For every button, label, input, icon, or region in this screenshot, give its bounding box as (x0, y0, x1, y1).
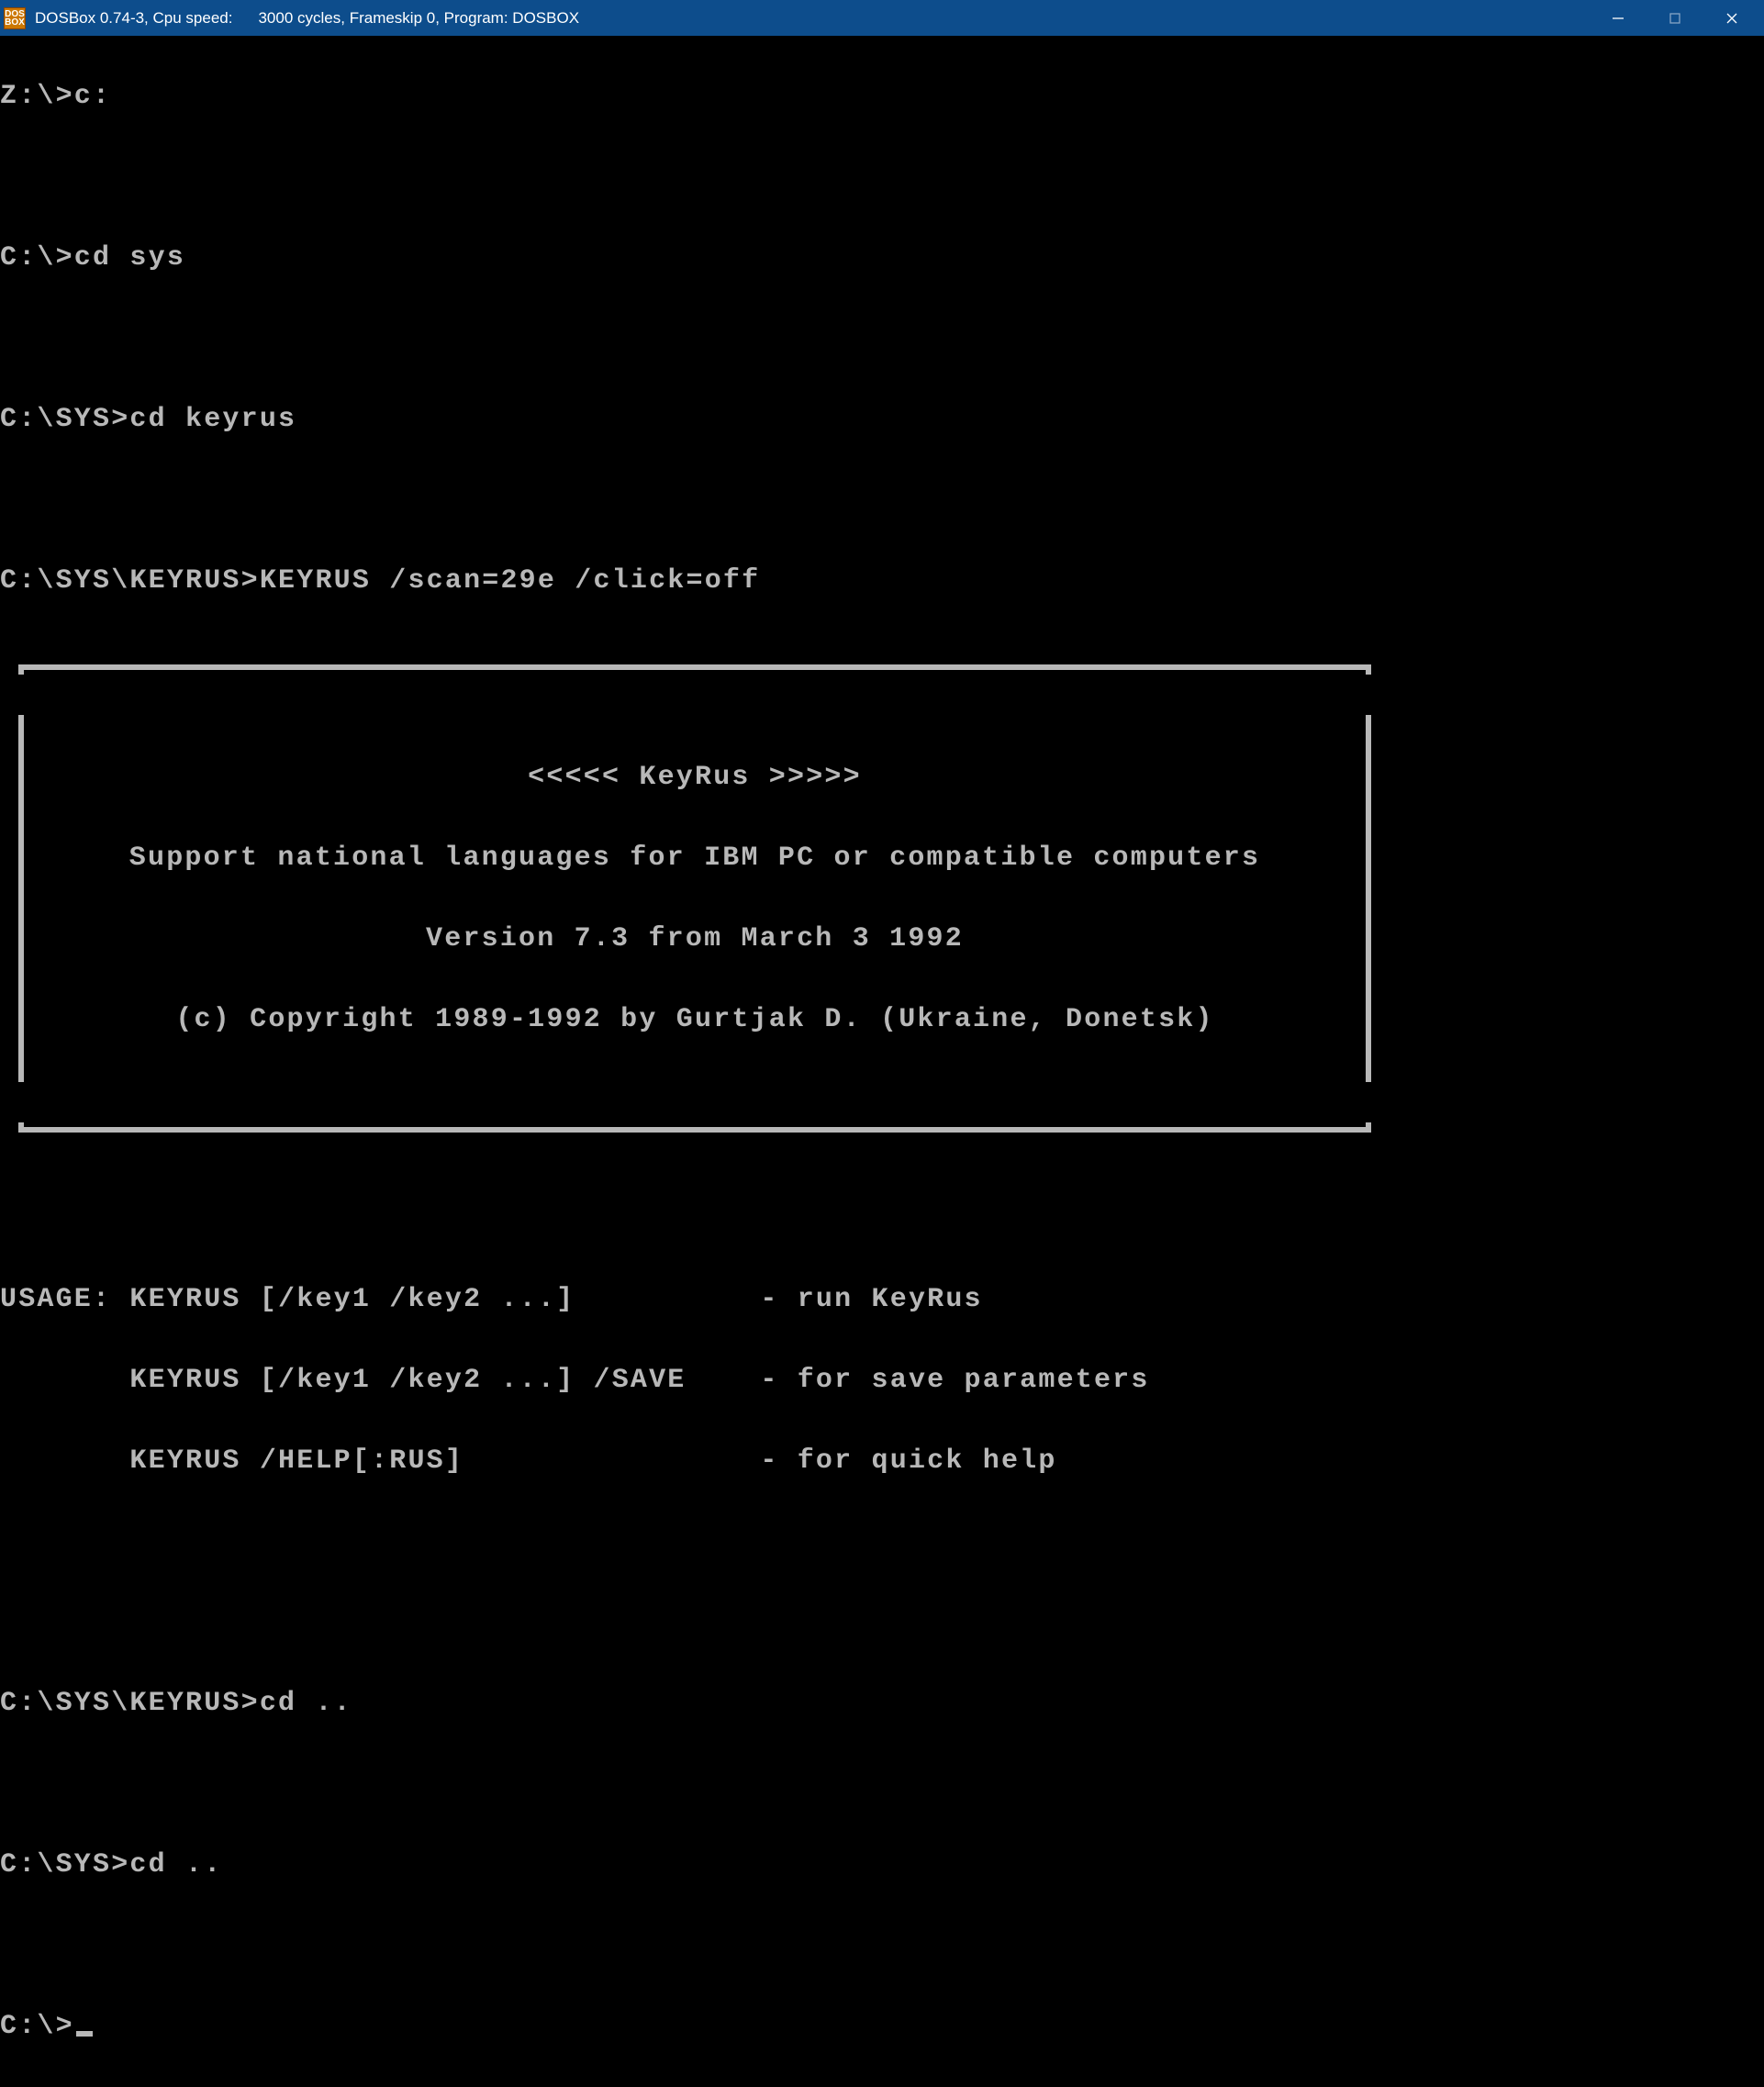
minimize-button[interactable] (1590, 0, 1647, 36)
terminal-line: C:\SYS\KEYRUS>KEYRUS /scan=29e /click=of… (0, 561, 1764, 601)
dosbox-icon-text: DOS BOX (5, 10, 25, 27)
terminal-line-blank (0, 480, 1764, 520)
prompt-text: C:\> (0, 2011, 74, 2042)
terminal-line-blank (0, 1925, 1764, 1966)
usage-line: USAGE: KEYRUS [/key1 /key2 ...] - run Ke… (0, 1279, 1764, 1320)
window-titlebar: DOS BOX DOSBox 0.74-3, Cpu speed: 3000 c… (0, 0, 1764, 36)
terminal-line-blank (0, 1522, 1764, 1562)
maximize-button[interactable] (1647, 0, 1703, 36)
terminal-line: C:\>cd sys (0, 238, 1764, 278)
dosbox-icon: DOS BOX (4, 7, 26, 29)
usage-line: KEYRUS /HELP[:RUS] - for quick help (0, 1441, 1764, 1481)
banner-copyright: (c) Copyright 1989-1992 by Gurtjak D. (U… (24, 999, 1366, 1040)
terminal-line-blank (0, 1602, 1764, 1643)
terminal-line-blank (0, 318, 1764, 359)
box-border-bottom (18, 1122, 1371, 1133)
window-title-extra: 3000 cycles, Frameskip 0, Program: DOSBO… (258, 9, 579, 28)
terminal-output[interactable]: Z:\>c: C:\>cd sys C:\SYS>cd keyrus C:\SY… (0, 36, 1764, 1136)
banner-description: Support national languages for IBM PC or… (24, 838, 1366, 878)
window-title: DOSBox 0.74-3, Cpu speed: (35, 9, 232, 28)
terminal-line: C:\SYS>cd keyrus (0, 399, 1764, 440)
terminal-line: Z:\>c: (0, 76, 1764, 117)
banner-version: Version 7.3 from March 3 1992 (24, 919, 1366, 959)
prompt-line: C:\> (0, 2006, 1764, 2047)
window-controls (1590, 0, 1760, 36)
box-border-top (18, 664, 1371, 675)
close-button[interactable] (1703, 0, 1760, 36)
cursor-icon (76, 2031, 93, 2037)
terminal-line: C:\SYS\KEYRUS>cd .. (0, 1683, 1764, 1724)
terminal-line: C:\SYS>cd .. (0, 1845, 1764, 1885)
keyrus-banner: <<<<< KeyRus >>>>> Support national lang… (18, 715, 1371, 1082)
terminal-line-blank (0, 1764, 1764, 1804)
usage-line: KEYRUS [/key1 /key2 ...] /SAVE - for sav… (0, 1360, 1764, 1401)
terminal-line-blank (0, 157, 1764, 197)
terminal-line-blank (0, 1199, 1764, 1239)
banner-title: <<<<< KeyRus >>>>> (24, 757, 1366, 798)
